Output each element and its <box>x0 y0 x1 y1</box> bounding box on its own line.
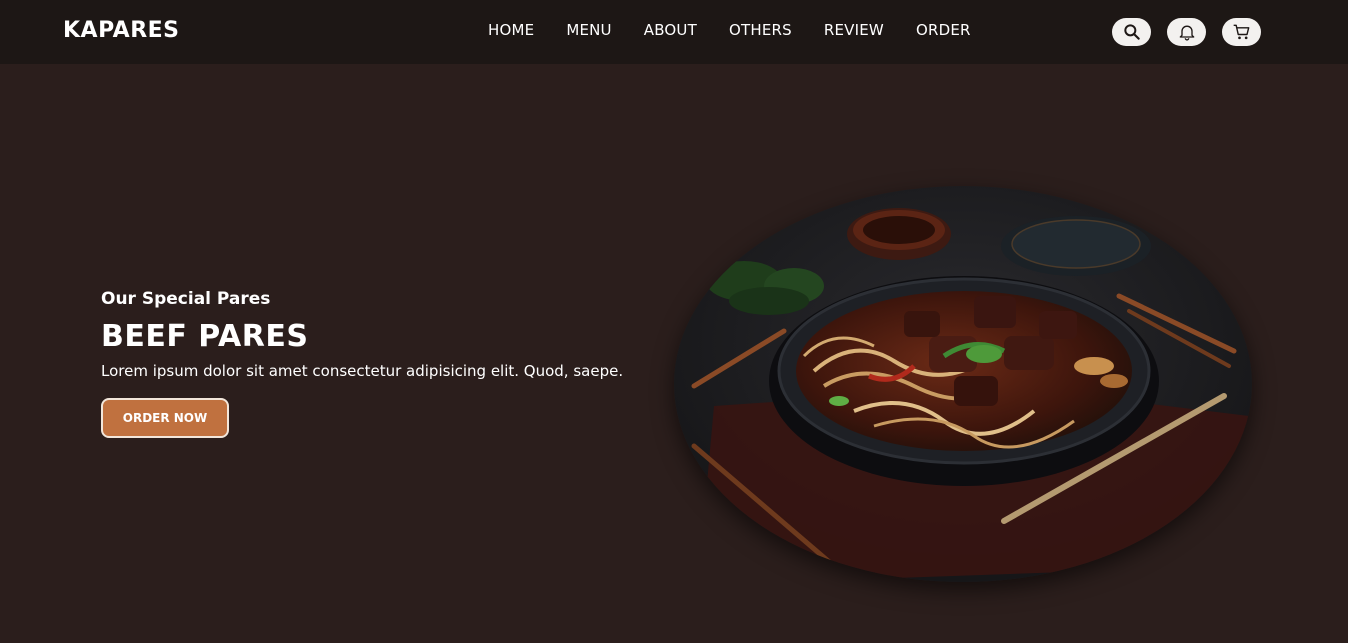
nav-review[interactable]: REVIEW <box>824 21 884 39</box>
nav-menu[interactable]: MENU <box>566 21 611 39</box>
hero-title: BEEF PARES <box>101 319 309 354</box>
nav-order[interactable]: ORDER <box>916 21 971 39</box>
notification-button[interactable] <box>1167 18 1206 46</box>
hero-section: Our Special Pares BEEF PARES Lorem ipsum… <box>101 289 623 438</box>
order-now-button[interactable]: ORDER NOW <box>101 398 229 438</box>
site-header: KAPARES HOME MENU ABOUT OTHERS REVIEW OR… <box>0 0 1348 64</box>
main-nav: HOME MENU ABOUT OTHERS REVIEW ORDER <box>488 21 971 39</box>
bell-icon <box>1179 25 1194 41</box>
logo[interactable]: KAPARES <box>63 18 180 43</box>
search-button[interactable] <box>1112 18 1151 46</box>
nav-about[interactable]: ABOUT <box>644 21 697 39</box>
header-icons <box>1112 18 1261 46</box>
nav-home[interactable]: HOME <box>488 21 534 39</box>
hero-subtitle: Our Special Pares <box>101 289 271 309</box>
cart-button[interactable] <box>1222 18 1261 46</box>
search-icon <box>1123 24 1140 40</box>
cart-icon <box>1233 24 1249 40</box>
nav-others[interactable]: OTHERS <box>729 21 792 39</box>
hero-description: Lorem ipsum dolor sit amet consectetur a… <box>101 362 624 380</box>
beef-pares-bowl-image <box>674 186 1252 582</box>
